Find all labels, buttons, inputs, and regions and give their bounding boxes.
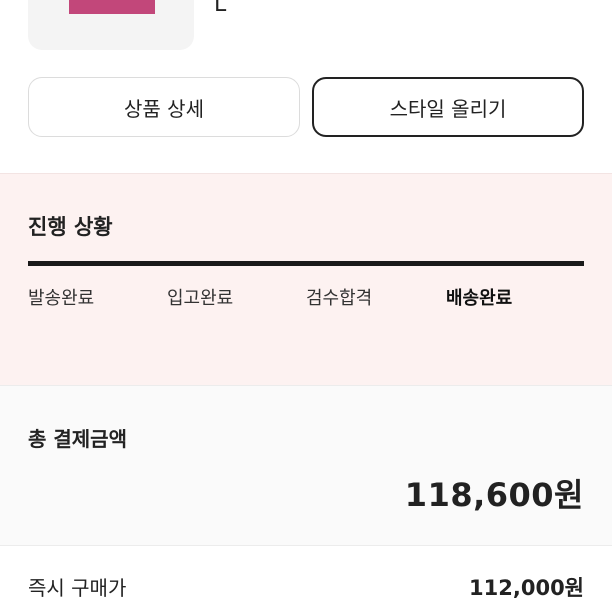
buy-now-price-label: 즉시 구매가: [28, 576, 127, 600]
total-payment-section: 총 결제금액 118,600원: [0, 385, 612, 546]
product-thumbnail[interactable]: [28, 0, 194, 50]
buy-now-price-value: 112,000원: [469, 576, 584, 600]
progress-title: 진행 상황: [28, 215, 113, 239]
progress-bar-fill: [28, 261, 584, 266]
total-payment-label: 총 결제금액: [28, 427, 127, 451]
total-payment-amount: 118,600원: [404, 476, 584, 514]
upload-style-button[interactable]: 스타일 올리기: [312, 77, 584, 137]
buy-now-price-row: 즉시 구매가 112,000원: [28, 572, 584, 602]
progress-status-section: 진행 상황 발송완료 입고완료 검수합격 배송완료: [0, 173, 612, 385]
product-size: L: [214, 0, 227, 17]
step-inspection-passed: 검수합격: [306, 288, 373, 309]
step-delivered: 배송완료: [446, 288, 513, 309]
progress-bar: [28, 261, 584, 266]
product-detail-button[interactable]: 상품 상세: [28, 77, 300, 137]
step-shipped: 발송완료: [28, 288, 95, 309]
step-received: 입고완료: [167, 288, 234, 309]
product-image: [69, 0, 155, 14]
